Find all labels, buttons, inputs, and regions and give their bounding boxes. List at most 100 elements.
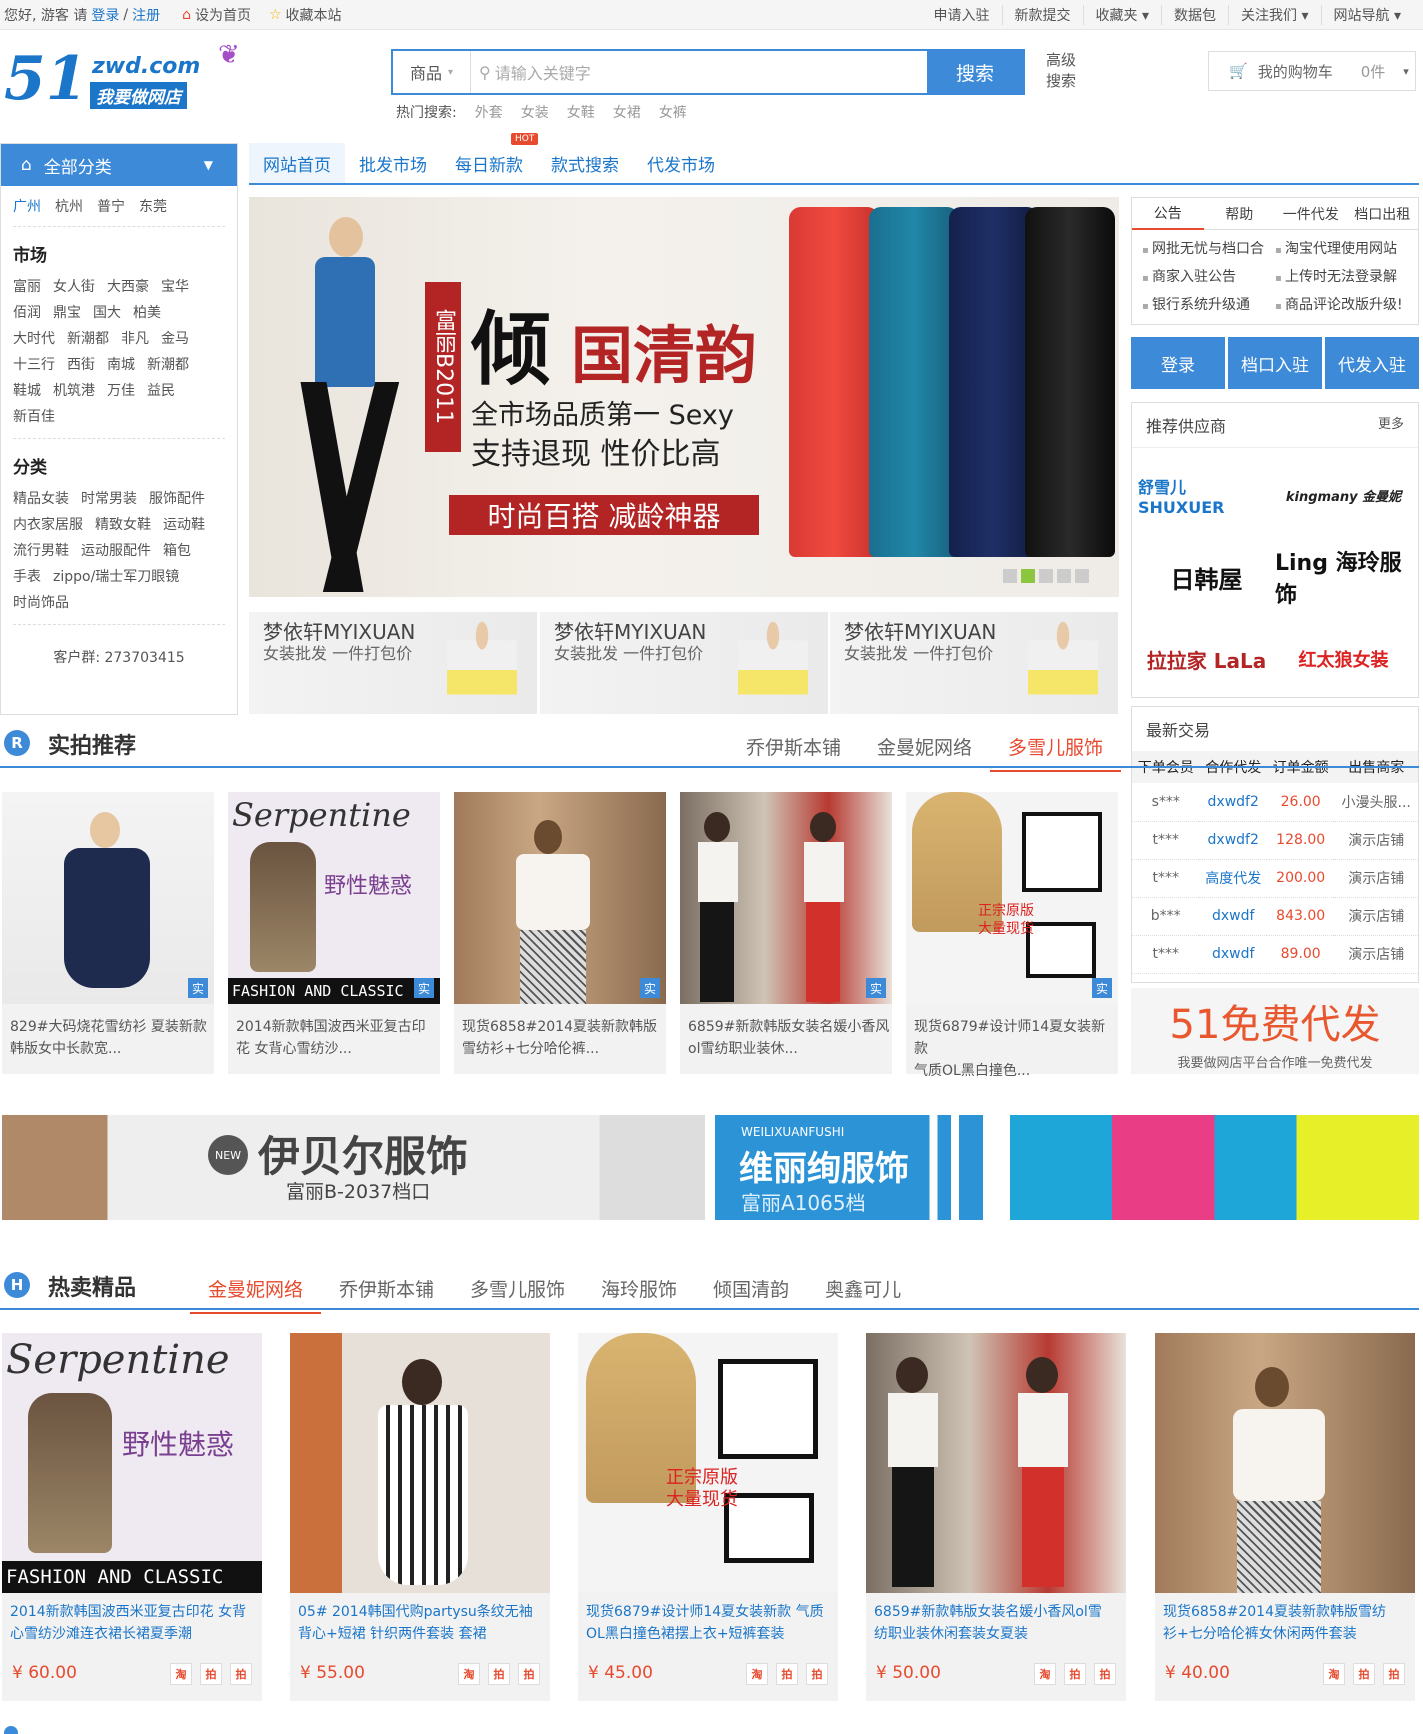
- tab-wholesale[interactable]: 批发市场: [345, 143, 441, 183]
- market-link[interactable]: 国大: [93, 300, 121, 326]
- shop-tab[interactable]: 奥鑫可儿: [807, 1274, 919, 1314]
- register-link[interactable]: 注册: [132, 5, 160, 25]
- seller-cell[interactable]: 演示店铺: [1334, 897, 1418, 936]
- auction-icon[interactable]: 拍: [1094, 1663, 1116, 1685]
- market-link[interactable]: 女人街: [53, 274, 95, 300]
- category-link[interactable]: 运动服配件: [81, 538, 151, 564]
- product-card[interactable]: 实 6859#新款韩版女装名媛小香风 ol雪纺职业装休...: [680, 792, 892, 1074]
- market-link[interactable]: 新百佳: [13, 404, 55, 430]
- market-link[interactable]: 机筑港: [53, 378, 95, 404]
- supplier-logo-kingmany[interactable]: kingmany 金曼妮: [1275, 454, 1412, 536]
- product-card[interactable]: 05# 2014韩国代购partysu条纹无袖 背心+短裙 针织两件套装 套裙 ¥…: [290, 1333, 550, 1701]
- carousel-dot[interactable]: [1039, 569, 1053, 583]
- search-input[interactable]: ⚲ 请输入关键字: [471, 51, 927, 93]
- market-link[interactable]: 佰润: [13, 300, 41, 326]
- taobao-icon[interactable]: 淘: [170, 1663, 192, 1685]
- auction-icon[interactable]: 拍: [1383, 1663, 1405, 1685]
- bookmark-link[interactable]: 收藏本站: [286, 5, 342, 25]
- taobao-icon[interactable]: 淘: [746, 1663, 768, 1685]
- dropship-cell[interactable]: dxwdf: [1199, 935, 1267, 974]
- seller-cell[interactable]: 演示店铺: [1334, 935, 1418, 974]
- product-card[interactable]: 实 现货6858#2014夏装新款韩版 雪纺衫+七分哈伦裤...: [454, 792, 666, 1074]
- category-link[interactable]: 服饰配件: [149, 486, 205, 512]
- tab-home[interactable]: 网站首页: [249, 143, 345, 183]
- cart-button[interactable]: 🛒 我的购物车 0件 ▾: [1208, 51, 1416, 91]
- dropship-cell[interactable]: dxwdf2: [1199, 783, 1267, 822]
- notice-item[interactable]: 银行系统升级通: [1142, 292, 1275, 320]
- category-link[interactable]: 精致女鞋: [95, 512, 151, 538]
- category-link[interactable]: 箱包: [163, 538, 191, 564]
- market-link[interactable]: 十三行: [13, 352, 55, 378]
- set-home-link[interactable]: 设为首页: [195, 5, 251, 25]
- product-card[interactable]: Serpentine 野性魅惑 FASHION AND CLASSIC 实 20…: [228, 792, 440, 1074]
- market-link[interactable]: 宝华: [161, 274, 189, 300]
- notice-item[interactable]: 淘宝代理使用网站: [1275, 236, 1408, 264]
- city-guangzhou[interactable]: 广州: [13, 196, 41, 216]
- notice-item[interactable]: 商品评论改版升级!: [1275, 292, 1408, 320]
- carousel-dot-active[interactable]: [1021, 569, 1035, 583]
- market-link[interactable]: 万佳: [107, 378, 135, 404]
- city-puning[interactable]: 普宁: [97, 196, 125, 216]
- market-link[interactable]: 柏美: [133, 300, 161, 326]
- ad-banner-hoodies[interactable]: [1010, 1115, 1419, 1220]
- shop-tab-active[interactable]: 金曼妮网络: [190, 1274, 322, 1314]
- suppliers-more-link[interactable]: 更多: [1378, 413, 1404, 437]
- dropship-cell[interactable]: dxwdf: [1199, 897, 1267, 936]
- carousel-dot[interactable]: [1075, 569, 1089, 583]
- category-link[interactable]: zippo/瑞士军刀眼镜: [53, 564, 179, 590]
- seller-cell[interactable]: 小漫头服...: [1334, 783, 1418, 822]
- notice-item[interactable]: 商家入驻公告: [1142, 264, 1275, 292]
- category-link[interactable]: 运动鞋: [163, 512, 205, 538]
- city-dongguan[interactable]: 东莞: [139, 196, 167, 216]
- market-link[interactable]: 新潮都: [147, 352, 189, 378]
- free-dropship-ad[interactable]: 51免费代发 我要做网店平台合作唯一免费代发: [1131, 988, 1419, 1074]
- tab-style-search[interactable]: 款式搜索: [537, 143, 633, 183]
- shop-tab[interactable]: 多雪儿服饰: [452, 1274, 583, 1314]
- ad-banner-yibeier[interactable]: NEW 伊贝尔服饰 富丽B-2037档口: [2, 1115, 705, 1220]
- shop-tab[interactable]: 金曼妮网络: [859, 732, 990, 772]
- market-link[interactable]: 新潮都: [67, 326, 109, 352]
- supplier-logo-hongtailang[interactable]: 红太狼女装: [1275, 618, 1412, 700]
- hot-search-word[interactable]: 女裙: [613, 102, 641, 122]
- hot-search-word[interactable]: 女装: [521, 102, 549, 122]
- ad-banner-weilixuan[interactable]: WEILIXUANFUSHI 维丽绚服饰 富丽A1065档: [715, 1115, 983, 1220]
- dropship-cell[interactable]: 高度代发: [1199, 859, 1267, 898]
- seller-cell[interactable]: 演示店铺: [1334, 859, 1418, 898]
- dropship-cell[interactable]: dxwdf2: [1199, 821, 1267, 860]
- auction-icon[interactable]: 拍: [806, 1663, 828, 1685]
- shop-tab[interactable]: 海玲服饰: [583, 1274, 695, 1314]
- carousel-dot[interactable]: [1003, 569, 1017, 583]
- shop-tab[interactable]: 乔伊斯本铺: [321, 1274, 452, 1314]
- market-link[interactable]: 益民: [147, 378, 175, 404]
- advanced-search-link[interactable]: 高级 搜索: [1046, 50, 1076, 92]
- search-category-select[interactable]: 商品 ▾: [393, 51, 471, 93]
- category-link[interactable]: 时尚饰品: [13, 590, 69, 616]
- category-link[interactable]: 流行男鞋: [13, 538, 69, 564]
- shop-tab[interactable]: 倾国清韵: [695, 1274, 807, 1314]
- market-link[interactable]: 大西豪: [107, 274, 149, 300]
- topbar-sitenav-menu[interactable]: 网站导航 ▾: [1320, 5, 1413, 25]
- hero-banner[interactable]: 富丽B2011 倾 国清韵 全市场品质第一 Sexy 支持退现 性价比高 时尚百…: [249, 197, 1119, 597]
- tab-rent[interactable]: 档口出租: [1347, 204, 1419, 224]
- hot-search-word[interactable]: 外套: [475, 102, 503, 122]
- notice-item[interactable]: 网批无忧与档口合: [1142, 236, 1275, 264]
- shop-tab-active[interactable]: 多雪儿服饰: [990, 732, 1122, 772]
- taobao-icon[interactable]: 淘: [1323, 1663, 1345, 1685]
- hot-search-word[interactable]: 女裤: [659, 102, 687, 122]
- paipai-icon[interactable]: 拍: [1064, 1663, 1086, 1685]
- market-link[interactable]: 南城: [107, 352, 135, 378]
- paipai-icon[interactable]: 拍: [488, 1663, 510, 1685]
- auction-icon[interactable]: 拍: [518, 1663, 540, 1685]
- tab-daily-new[interactable]: 每日新款 HOT: [441, 133, 539, 183]
- paipai-icon[interactable]: 拍: [200, 1663, 222, 1685]
- market-link[interactable]: 大时代: [13, 326, 55, 352]
- topbar-apply-link[interactable]: 申请入驻: [922, 5, 1002, 25]
- taobao-icon[interactable]: 淘: [458, 1663, 480, 1685]
- tab-dropship[interactable]: 一件代发: [1275, 204, 1347, 224]
- supplier-logo-rihanwu[interactable]: 日韩屋: [1138, 536, 1275, 618]
- login-link[interactable]: 登录: [91, 5, 119, 25]
- supplier-logo-hailing[interactable]: Ling 海玲服饰: [1275, 536, 1412, 618]
- notice-item[interactable]: 上传时无法登录解: [1275, 264, 1408, 292]
- product-card[interactable]: 现货6858#2014夏装新款韩版雪纺 衫+七分哈伦裤女休闲两件套装 ¥ 40.0…: [1155, 1333, 1415, 1701]
- topbar-favorites-menu[interactable]: 收藏夹 ▾: [1082, 5, 1161, 25]
